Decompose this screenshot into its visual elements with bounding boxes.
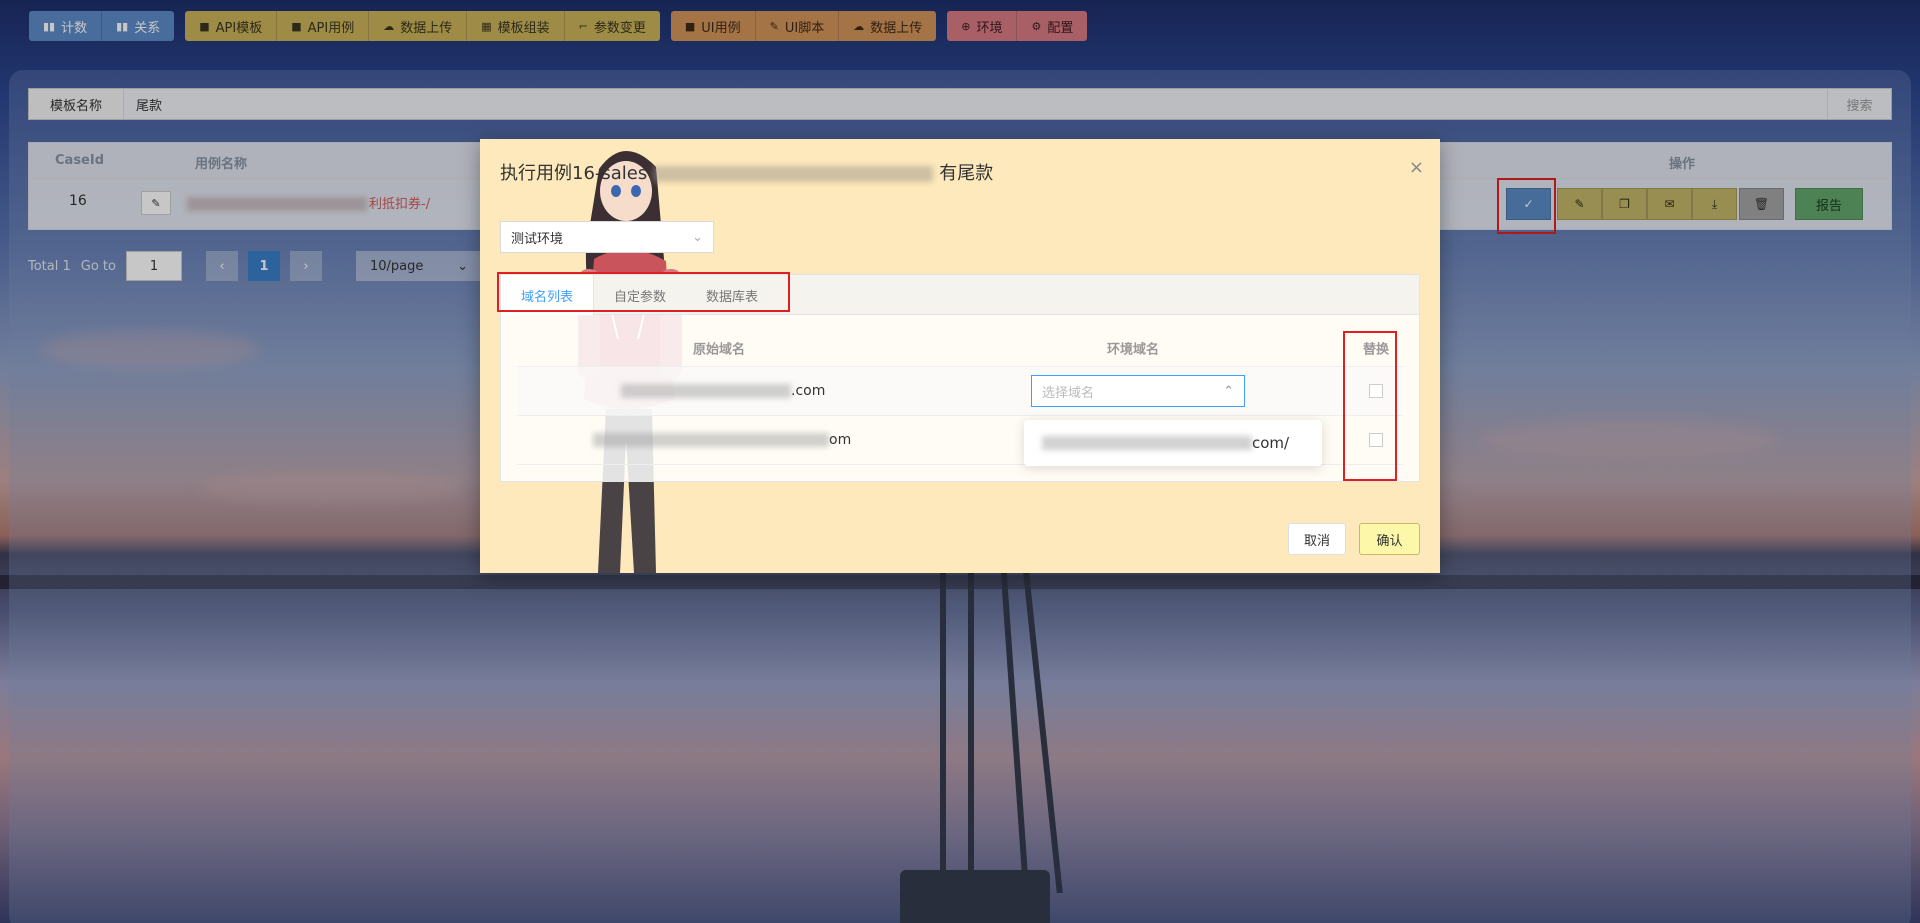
- confirm-button[interactable]: 确认: [1359, 523, 1420, 555]
- table-row: .com 选择域名 ⌃: [517, 367, 1403, 416]
- cancel-button[interactable]: 取消: [1288, 523, 1346, 555]
- original-domain-cell: .com: [621, 383, 825, 399]
- highlight-box-replace: [1343, 331, 1397, 481]
- dialog-title: 执行用例16-sales 有尾款: [500, 163, 994, 184]
- original-domain-cell: om: [593, 432, 851, 448]
- redacted-text: [1042, 436, 1252, 450]
- env-domain-select[interactable]: 选择域名 ⌃: [1031, 375, 1245, 407]
- redacted-text: [653, 166, 934, 182]
- domain-table-header: 原始域名 环境域名 替换: [517, 329, 1403, 367]
- env-select[interactable]: 测试环境 ⌄: [500, 221, 714, 253]
- run-case-dialog: 执行用例16-sales 有尾款 × 测试环境 ⌄ 域名列表 自定参数 数据库表 …: [480, 139, 1440, 573]
- close-button[interactable]: ×: [1409, 157, 1424, 178]
- domain-dropdown-option[interactable]: com/: [1024, 420, 1322, 466]
- chevron-down-icon: ⌄: [692, 229, 703, 245]
- chevron-up-icon: ⌃: [1223, 383, 1234, 399]
- header-original-domain: 原始域名: [693, 342, 746, 357]
- highlight-box-tabs: [497, 272, 790, 312]
- redacted-text: [593, 433, 829, 447]
- header-env-domain: 环境域名: [1107, 342, 1160, 357]
- redacted-text: [621, 384, 791, 398]
